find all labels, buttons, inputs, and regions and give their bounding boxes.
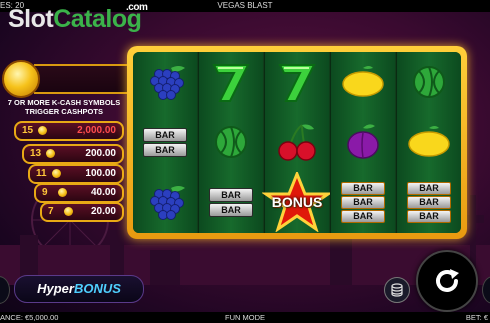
bar-triple-symbol: BAR BAR BAR <box>331 172 395 232</box>
bar-plate: BAR <box>407 181 451 195</box>
footer-bar: ANCE: €5,000.00 FUN MODE BET: € <box>0 312 490 323</box>
cashpot-value: 2,000.00 <box>77 125 116 136</box>
watermark-part1: Slot <box>8 5 54 33</box>
bar-plate: BAR <box>143 127 187 142</box>
bar-plate: BAR <box>209 202 253 217</box>
reels-frame: BAR BAR BAR BAR BONUS BAR BAR BAR BAR BAR BAR <box>127 46 467 239</box>
k-cash-coin-icon <box>2 60 40 98</box>
bar-plate: BAR <box>341 181 385 195</box>
bonus-star-symbol: BONUS <box>259 172 335 232</box>
bonus-label: BONUS <box>271 194 323 210</box>
cashpot-count: 13 <box>30 148 42 159</box>
bar-plate: BAR <box>407 209 451 223</box>
bar-plate: BAR <box>341 209 385 223</box>
reels-area: BAR BAR BAR BAR BONUS BAR BAR BAR BAR BAR BAR <box>133 52 461 233</box>
trigger-line-1: 7 OR MORE K-CASH SYMBOLS <box>7 98 121 107</box>
hyper-label: Hyper <box>37 281 74 296</box>
lemon-symbol <box>397 112 461 172</box>
cashpot-count: 9 <box>42 187 48 198</box>
cashpot-count: 7 <box>48 206 54 217</box>
bet-coins-button[interactable] <box>384 277 410 303</box>
watermark-suffix: .com <box>126 2 148 13</box>
bar-plate: BAR <box>407 195 451 209</box>
cherries-symbol <box>265 112 329 172</box>
cashpot-row: 7 20.00 <box>40 202 124 222</box>
cashpot-value: 20.00 <box>90 206 116 217</box>
bet-text: BET: € <box>465 313 488 322</box>
seven-symbol <box>199 52 263 112</box>
cashpot-trigger-text: 7 OR MORE K-CASH SYMBOLS TRIGGER CASHPOT… <box>0 98 128 116</box>
bonus-label: BONUS <box>73 281 121 296</box>
bar-plate: BAR <box>143 142 187 157</box>
watermelon-symbol <box>397 52 461 112</box>
cashpot-count: 11 <box>36 168 47 179</box>
watermark-logo: SlotCatalog .com <box>8 2 148 34</box>
cashpot-row: 15 2,000.00 <box>14 121 124 141</box>
spin-button[interactable] <box>416 250 478 312</box>
seven-symbol <box>265 52 329 112</box>
cashpot-row: 11 100.00 <box>28 164 124 184</box>
coin-icon <box>58 188 67 197</box>
plum-symbol <box>331 112 395 172</box>
coin-icon <box>38 126 47 135</box>
hyper-bonus-button[interactable]: HyperBONUS <box>14 275 144 303</box>
bar-plate: BAR <box>209 187 253 202</box>
coin-icon <box>52 169 61 178</box>
trigger-line-2: TRIGGER CASHPOTS <box>25 107 103 116</box>
bar-triple-symbol: BAR BAR BAR <box>397 172 461 232</box>
bar-double-symbol: BAR BAR <box>199 172 263 232</box>
coin-icon <box>46 149 55 158</box>
grapes-symbol <box>133 172 197 232</box>
bar-double-symbol: BAR BAR <box>133 112 197 172</box>
coin-icon <box>64 207 73 216</box>
watermelon-symbol <box>199 112 263 172</box>
cashpot-header-band <box>34 64 128 94</box>
cashpot-value: 40.00 <box>90 187 116 198</box>
coin-stack-icon <box>391 283 403 297</box>
cashpot-count: 15 <box>22 125 34 136</box>
cashpot-row: 13 200.00 <box>22 144 124 164</box>
mode-text: FUN MODE <box>225 313 265 322</box>
cashpot-value: 200.00 <box>85 148 116 159</box>
grapes-symbol <box>133 52 197 112</box>
spin-arrow-icon <box>436 269 459 292</box>
cashpot-value: 100.00 <box>85 168 116 179</box>
bar-plate: BAR <box>341 195 385 209</box>
lemon-symbol <box>331 52 395 112</box>
cashpot-row: 9 40.00 <box>34 183 124 203</box>
